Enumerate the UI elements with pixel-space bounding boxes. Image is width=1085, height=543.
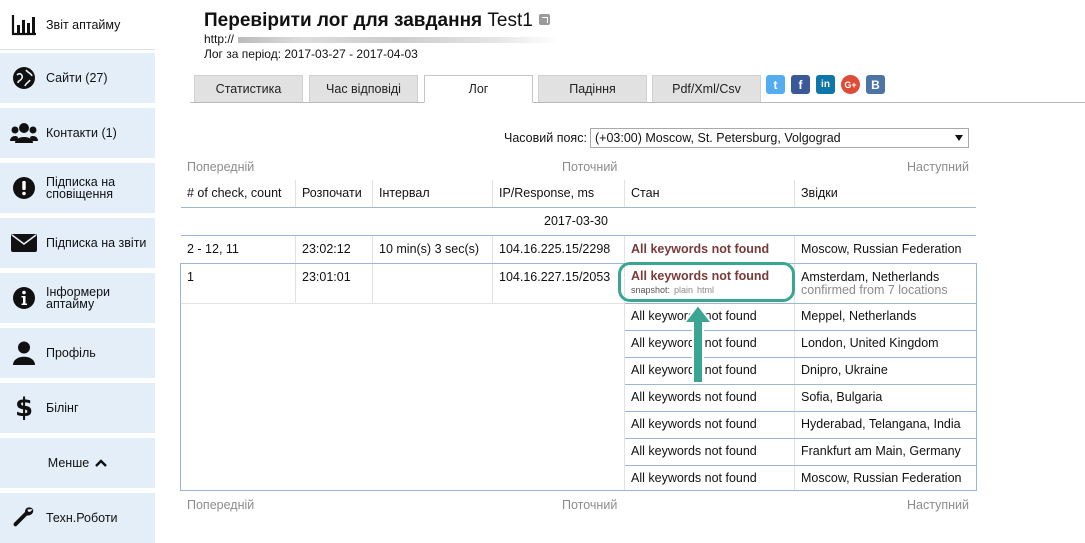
- tab-statistics[interactable]: Статистика: [194, 75, 303, 102]
- timezone-label: Часовий пояс:: [504, 131, 587, 145]
- tabs-divider: [190, 102, 1085, 103]
- location-from: London, United Kingdom: [801, 336, 939, 350]
- pagination-next-bottom[interactable]: Наступний: [907, 498, 969, 512]
- envelope-icon: [10, 229, 38, 257]
- row1-from: Moscow, Russian Federation: [801, 242, 962, 256]
- row1-ip: 104.16.225.15/2298: [499, 242, 611, 256]
- location-from: Frankfurt am Main, Germany: [801, 444, 961, 458]
- sidebar-item-alert-subscription[interactable]: Підписка на сповіщення: [0, 163, 155, 213]
- sidebar-item-label: Контакти (1): [46, 126, 117, 140]
- row1-start: 23:02:12: [302, 242, 351, 256]
- sidebar-item-label: Білінг: [46, 401, 79, 415]
- timezone-value: (+03:00) Moscow, St. Petersburg, Volgogr…: [595, 131, 841, 145]
- vk-icon[interactable]: B: [866, 75, 885, 94]
- exclamation-icon: [10, 174, 38, 202]
- blurred-url: [238, 36, 559, 43]
- sidebar-collapse-button[interactable]: Менше: [0, 438, 155, 488]
- sidebar-item-profile[interactable]: Профіль: [0, 328, 155, 378]
- pagination-next-top[interactable]: Наступний: [907, 160, 969, 174]
- sidebar-item-report-subscription[interactable]: Підписка на звіти: [0, 218, 155, 268]
- highlight-box: [618, 262, 795, 302]
- location-from: Meppel, Netherlands: [801, 309, 917, 323]
- tab-downtime[interactable]: Падіння: [538, 75, 647, 102]
- url-prefix: http://: [204, 32, 235, 46]
- timezone-select[interactable]: (+03:00) Moscow, St. Petersburg, Volgogr…: [590, 128, 969, 148]
- row1-interval: 10 min(s) 3 sec(s): [379, 242, 480, 256]
- location-status: All keywords not found: [631, 390, 757, 404]
- sidebar-item-sites[interactable]: Сайти (27): [0, 53, 155, 103]
- location-status: All keywords not found: [631, 444, 757, 458]
- users-icon: [10, 119, 38, 147]
- col-header-start: Розпочати: [295, 180, 372, 207]
- chevron-up-icon: [95, 459, 108, 467]
- row2-confirmed: confirmed from 7 locations: [801, 283, 948, 297]
- sidebar-item-label: Сайти (27): [46, 71, 108, 85]
- location-from: Hyderabad, Telangana, India: [801, 417, 961, 431]
- wrench-icon: [10, 504, 38, 532]
- info-icon: [10, 284, 38, 312]
- pagination-prev-top[interactable]: Попередній: [187, 160, 254, 174]
- row2-check: 1: [187, 270, 194, 284]
- sidebar-item-uptime-informers[interactable]: Інформери аптайму: [0, 273, 155, 323]
- sidebar-item-label: Профіль: [46, 346, 96, 360]
- page-title: Перевірити лог для завдання Test1: [204, 10, 550, 32]
- globe-icon: [10, 64, 38, 92]
- sidebar-item-maintenance[interactable]: Техн.Роботи: [0, 493, 155, 543]
- col-header-ip: IP/Response, ms: [492, 180, 624, 207]
- row2-from: Amsterdam, Netherlands: [801, 270, 940, 284]
- task-name: Test1: [487, 10, 533, 31]
- location-from: Moscow, Russian Federation: [801, 471, 962, 485]
- pagination-prev-bottom[interactable]: Попередній: [187, 498, 254, 512]
- location-from: Dnipro, Ukraine: [801, 363, 888, 377]
- external-link-icon[interactable]: [538, 14, 550, 25]
- tab-response-time[interactable]: Час відповіді: [309, 75, 418, 102]
- sidebar-item-label: Менше: [47, 456, 90, 470]
- row1-check: 2 - 12, 11: [187, 242, 239, 256]
- sidebar-item-label: Підписка на звіти: [46, 236, 147, 250]
- bar-chart-icon: [10, 11, 38, 39]
- date-divider: [181, 235, 976, 236]
- pagination-current-bottom[interactable]: Поточний: [562, 498, 617, 512]
- date-group: 2017-03-30: [544, 214, 608, 228]
- row2-ip: 104.16.227.15/2053: [499, 270, 611, 284]
- location-status: All keywords not found: [631, 471, 757, 485]
- tab-log[interactable]: Лог: [424, 75, 533, 103]
- tab-export[interactable]: Pdf/Xml/Csv: [652, 75, 761, 102]
- sidebar-item-label: Інформери аптайму: [46, 285, 111, 311]
- facebook-icon[interactable]: f: [791, 75, 810, 94]
- log-period: Лог за період: 2017-03-27 - 2017-04-03: [204, 47, 418, 61]
- col-header-from: Звідки: [794, 180, 976, 207]
- sidebar-item-label: Звіт аптайму: [46, 17, 121, 32]
- sidebar-item-contacts[interactable]: Контакти (1): [0, 108, 155, 158]
- sidebar-item-label: Підписка на сповіщення: [46, 175, 116, 201]
- annotation-arrow-icon: [681, 303, 715, 384]
- location-status: All keywords not found: [631, 417, 757, 431]
- location-from: Sofia, Bulgaria: [801, 390, 883, 404]
- pagination-current-top[interactable]: Поточний: [562, 160, 617, 174]
- twitter-icon[interactable]: t: [766, 75, 785, 94]
- dropdown-arrow-icon: [955, 135, 963, 141]
- page-title-text: Перевірити лог для завдання: [204, 10, 483, 31]
- row2-start: 23:01:01: [302, 270, 351, 284]
- sidebar-item-billing[interactable]: $ Білінг: [0, 383, 155, 433]
- sidebar-item-uptime-report[interactable]: Звіт аптайму: [0, 0, 155, 50]
- sidebar-item-label: Техн.Роботи: [46, 511, 118, 525]
- monitored-url: http://: [204, 32, 559, 46]
- col-header-status: Стан: [624, 180, 794, 207]
- row1-status[interactable]: All keywords not found: [631, 242, 769, 256]
- header-divider: [181, 207, 976, 208]
- user-icon: [10, 339, 38, 367]
- col-header-check: # of check, count: [187, 186, 282, 200]
- col-header-interval: Інтервал: [372, 180, 492, 207]
- dollar-icon: $: [14, 393, 34, 423]
- google-plus-icon[interactable]: G+: [841, 75, 860, 94]
- sidebar: Звіт аптайму Сайти (27) Контакти (1) Під…: [0, 0, 157, 543]
- linkedin-icon[interactable]: in: [816, 75, 835, 94]
